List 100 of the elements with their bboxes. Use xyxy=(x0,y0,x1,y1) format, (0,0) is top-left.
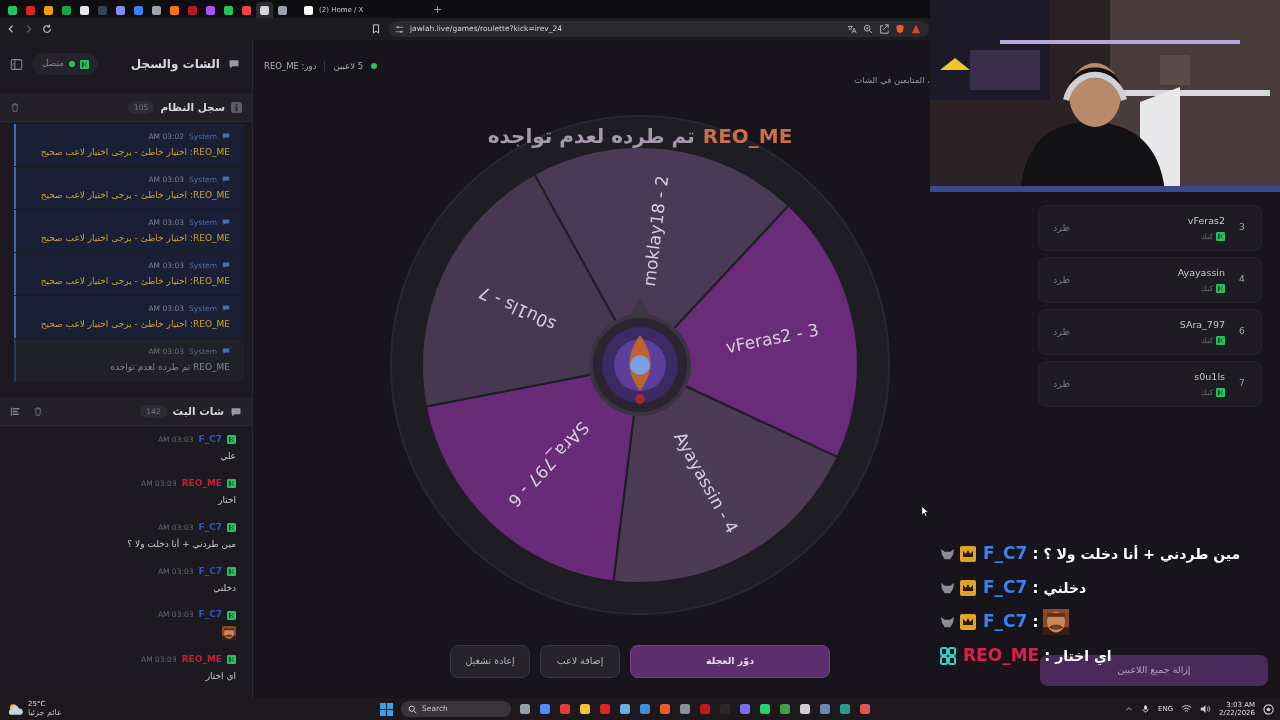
kick-button[interactable]: طرد xyxy=(1053,220,1071,236)
app-icon[interactable] xyxy=(759,703,771,715)
logo-icon xyxy=(227,654,236,664)
app-icon[interactable] xyxy=(639,703,651,715)
username: F_C7 xyxy=(198,432,222,446)
kick-button[interactable]: طرد xyxy=(1053,376,1071,392)
wolf-icon xyxy=(940,581,955,595)
shield-icon[interactable] xyxy=(895,24,905,34)
action-button[interactable]: إضافة لاعب xyxy=(540,645,620,678)
player-name: s0u1ls xyxy=(1194,369,1225,384)
player-name: SAra_797 xyxy=(1179,317,1225,332)
trash-icon[interactable] xyxy=(10,102,20,113)
speaker-icon[interactable] xyxy=(1200,704,1212,714)
app-icon[interactable] xyxy=(799,703,811,715)
log-message: REO_ME: اختيار خاطئ - يرجى اختيار لاعب صحيح xyxy=(40,317,230,331)
forward-icon[interactable] xyxy=(24,24,34,34)
bot-icon xyxy=(222,347,230,356)
player-count: 5 لاعبين xyxy=(333,59,364,73)
share-icon[interactable] xyxy=(879,24,889,34)
chevron-up-icon[interactable] xyxy=(1125,705,1133,713)
chat-message: علي xyxy=(220,450,236,463)
app-icon[interactable] xyxy=(539,703,551,715)
player-name: vFeras2 xyxy=(1187,213,1225,228)
status-text: متصل xyxy=(42,57,65,71)
section-title: شات البث xyxy=(172,403,224,419)
chat-message: اي اختار xyxy=(205,670,236,683)
wifi-icon[interactable] xyxy=(1181,704,1193,714)
bot-icon xyxy=(222,175,230,184)
overlay-username: REO_ME xyxy=(963,644,1040,668)
kick-button[interactable]: طرد xyxy=(1053,272,1071,288)
start-icon[interactable] xyxy=(380,702,393,716)
cursor-icon xyxy=(921,505,930,518)
warning-icon[interactable] xyxy=(911,24,921,34)
username: F_C7 xyxy=(198,564,222,578)
log-message: REO_ME: اختيار خاطئ - يرجى اختيار لاعب صحيح xyxy=(40,274,230,288)
app-icon[interactable] xyxy=(839,703,851,715)
announcement-text: تم طرده لعدم تواجده xyxy=(487,123,695,150)
bot-icon xyxy=(222,304,230,313)
log-message: REO_ME تم طرده لعدم تواجده xyxy=(110,360,230,375)
app-icon[interactable] xyxy=(659,703,671,715)
player-name: Ayayassin xyxy=(1177,265,1225,280)
weather-icon[interactable] xyxy=(8,702,24,716)
bookmark-icon[interactable] xyxy=(371,24,381,34)
logo-icon xyxy=(227,522,236,532)
chat-message: مين طردني + أنا دخلت ولا ؟ xyxy=(127,538,236,551)
microphone-icon[interactable] xyxy=(1141,704,1150,714)
chat-icon xyxy=(230,405,242,418)
player-number: 4 xyxy=(1239,273,1246,287)
app-icon[interactable] xyxy=(779,703,791,715)
notification-icon[interactable] xyxy=(1263,703,1274,715)
log-message: REO_ME: اختيار خاطئ - يرجى اختيار لاعب صحيح xyxy=(40,188,230,202)
emblem-icon xyxy=(589,314,691,416)
bot-icon xyxy=(222,218,230,227)
overlay-username: F_C7 xyxy=(983,610,1028,634)
kick-button[interactable]: طرد xyxy=(1053,324,1071,340)
separator-text: : xyxy=(1032,611,1039,633)
zoom-icon[interactable] xyxy=(863,24,873,34)
logo-icon xyxy=(1216,284,1225,294)
reload-icon[interactable] xyxy=(42,24,52,34)
action-button[interactable]: إعادة تشغيل xyxy=(450,645,530,678)
bot-icon xyxy=(222,261,230,270)
logo-icon xyxy=(227,478,236,488)
overlay-username: F_C7 xyxy=(983,576,1028,600)
segment-label: moklay18 - 2 xyxy=(638,174,673,288)
log-message: REO_ME: اختيار خاطئ - يرجى اختيار لاعب صحيح xyxy=(40,231,230,245)
logo-icon xyxy=(1216,232,1225,242)
app-icon[interactable] xyxy=(619,703,631,715)
separator-text: : xyxy=(1032,577,1039,599)
trash-icon[interactable] xyxy=(33,406,43,417)
app-icon[interactable] xyxy=(819,703,831,715)
wolf-icon xyxy=(940,547,955,561)
list-icon[interactable] xyxy=(10,406,21,417)
section-title: سجل النظام xyxy=(160,99,225,116)
logo-icon xyxy=(1216,388,1225,398)
browser-tab[interactable] xyxy=(256,2,273,18)
chat-icon xyxy=(228,58,240,70)
search-icon xyxy=(408,704,417,714)
back-icon[interactable] xyxy=(6,24,16,34)
site-settings-icon[interactable] xyxy=(395,24,404,34)
chat-message: اختار xyxy=(218,494,236,507)
app-icon[interactable] xyxy=(859,703,871,715)
bot-icon xyxy=(222,132,230,141)
app-icon[interactable] xyxy=(679,703,691,715)
wolf-icon xyxy=(940,615,955,629)
segment-label: vFeras2 - 3 xyxy=(724,319,821,358)
new-tab-button[interactable]: + xyxy=(427,2,449,18)
online-dot-icon xyxy=(371,63,378,69)
crown-icon xyxy=(960,546,976,562)
logo-icon xyxy=(227,566,236,576)
turn-label: دور: REO_ME xyxy=(264,59,317,73)
sidebar-toggle-icon[interactable] xyxy=(10,57,23,71)
info-icon xyxy=(231,102,242,113)
app-icon[interactable] xyxy=(579,703,591,715)
chat-message: دخلني xyxy=(213,582,236,595)
spin-button[interactable]: دوّر العجلة xyxy=(630,645,830,678)
translate-icon[interactable] xyxy=(847,24,857,34)
badge-icon xyxy=(940,647,956,665)
app-icon[interactable] xyxy=(519,703,531,715)
crown-icon xyxy=(960,614,976,630)
player-number: 7 xyxy=(1239,377,1246,391)
